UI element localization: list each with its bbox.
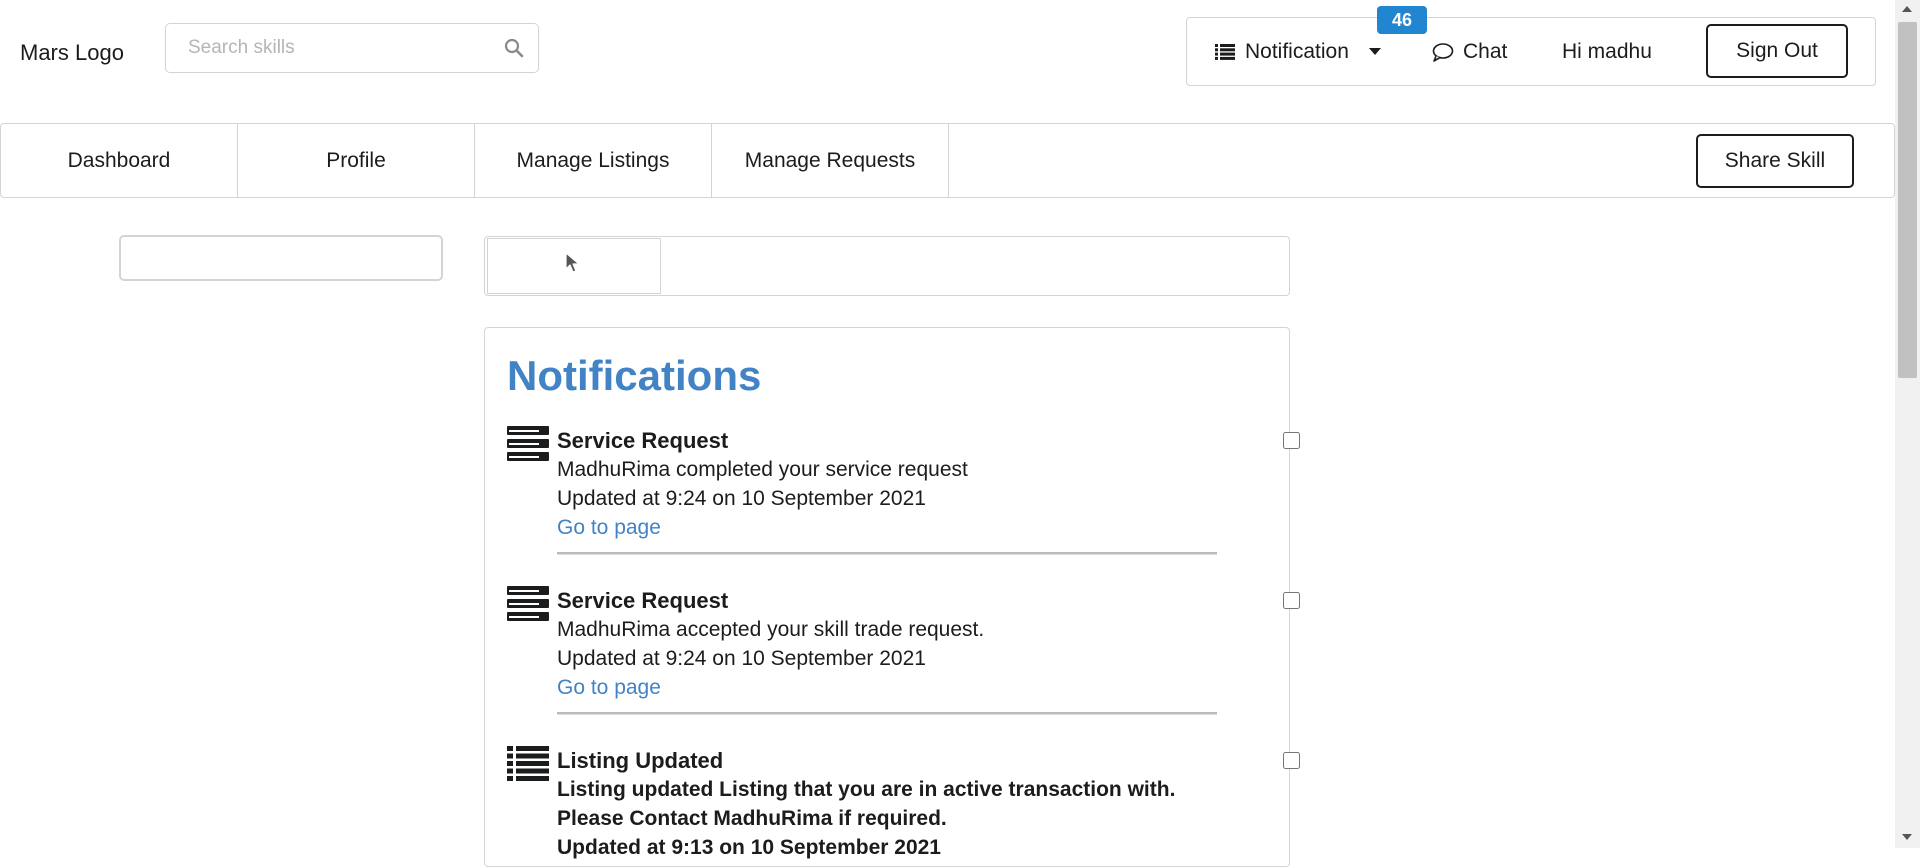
notification-timestamp: Updated at 9:24 on 10 September 2021 [557,647,926,670]
go-to-page-link[interactable]: Go to page [557,513,661,542]
scroll-up-arrow-icon[interactable] [1902,6,1912,12]
share-skill-button[interactable]: Share Skill [1696,134,1854,188]
search-icon[interactable] [504,38,524,63]
notification-checkbox[interactable] [1283,752,1300,769]
page-title: Notifications [507,352,762,399]
sign-out-button[interactable]: Sign Out [1706,24,1848,78]
notification-checkbox[interactable] [1283,432,1300,449]
notification-title: Listing Updated [557,748,724,773]
tab-manage-requests[interactable]: Manage Requests [712,124,949,197]
main-nav: Dashboard Profile Manage Listings Manage… [0,123,1895,198]
divider [557,712,1217,715]
search-input[interactable] [186,36,490,60]
notification-content: Service Request MadhuRima completed your… [557,426,1237,555]
scrollbar[interactable] [1895,0,1920,848]
notification-content: Service Request MadhuRima accepted your … [557,586,1237,715]
divider [557,552,1217,555]
go-to-page-link[interactable]: Go to page [557,673,661,702]
caret-down-icon [1368,48,1381,55]
notification-content: Listing Updated Listing updated Listing … [557,746,1237,862]
side-filter-box[interactable] [119,235,443,281]
notification-title: Service Request [557,428,729,453]
notification-checkbox[interactable] [1283,592,1300,609]
chat-icon [1432,42,1454,62]
notification-count-badge: 46 [1377,6,1427,34]
secondary-tab-bar [484,236,1290,296]
search-box[interactable] [165,23,539,73]
notification-message: Listing updated Listing that you are in … [557,778,1176,830]
server-icon [507,586,549,627]
mouse-cursor-icon [565,252,581,279]
chat-link[interactable]: Chat [1432,18,1507,85]
site-logo[interactable]: Mars Logo [20,40,124,66]
notifications-panel: Notifications Service Request MadhuRima … [484,327,1300,867]
scroll-down-arrow-icon[interactable] [1902,834,1912,840]
list-icon [507,746,549,787]
list-icon [1215,43,1235,60]
tab-manage-listings[interactable]: Manage Listings [475,124,712,197]
server-icon [507,426,549,467]
notification-message: MadhuRima accepted your skill trade requ… [557,618,985,641]
chat-label: Chat [1463,39,1508,63]
notification-dropdown[interactable]: Notification [1215,18,1381,85]
tab-profile[interactable]: Profile [238,124,475,197]
notification-message: MadhuRima completed your service request [557,458,968,481]
notification-title: Service Request [557,588,729,613]
tab-dashboard[interactable]: Dashboard [1,124,238,197]
notification-timestamp: Updated at 9:24 on 10 September 2021 [557,487,926,510]
scrollbar-thumb[interactable] [1898,22,1917,378]
user-greeting[interactable]: Hi madhu [1562,18,1652,85]
notification-label: Notification [1245,39,1349,63]
